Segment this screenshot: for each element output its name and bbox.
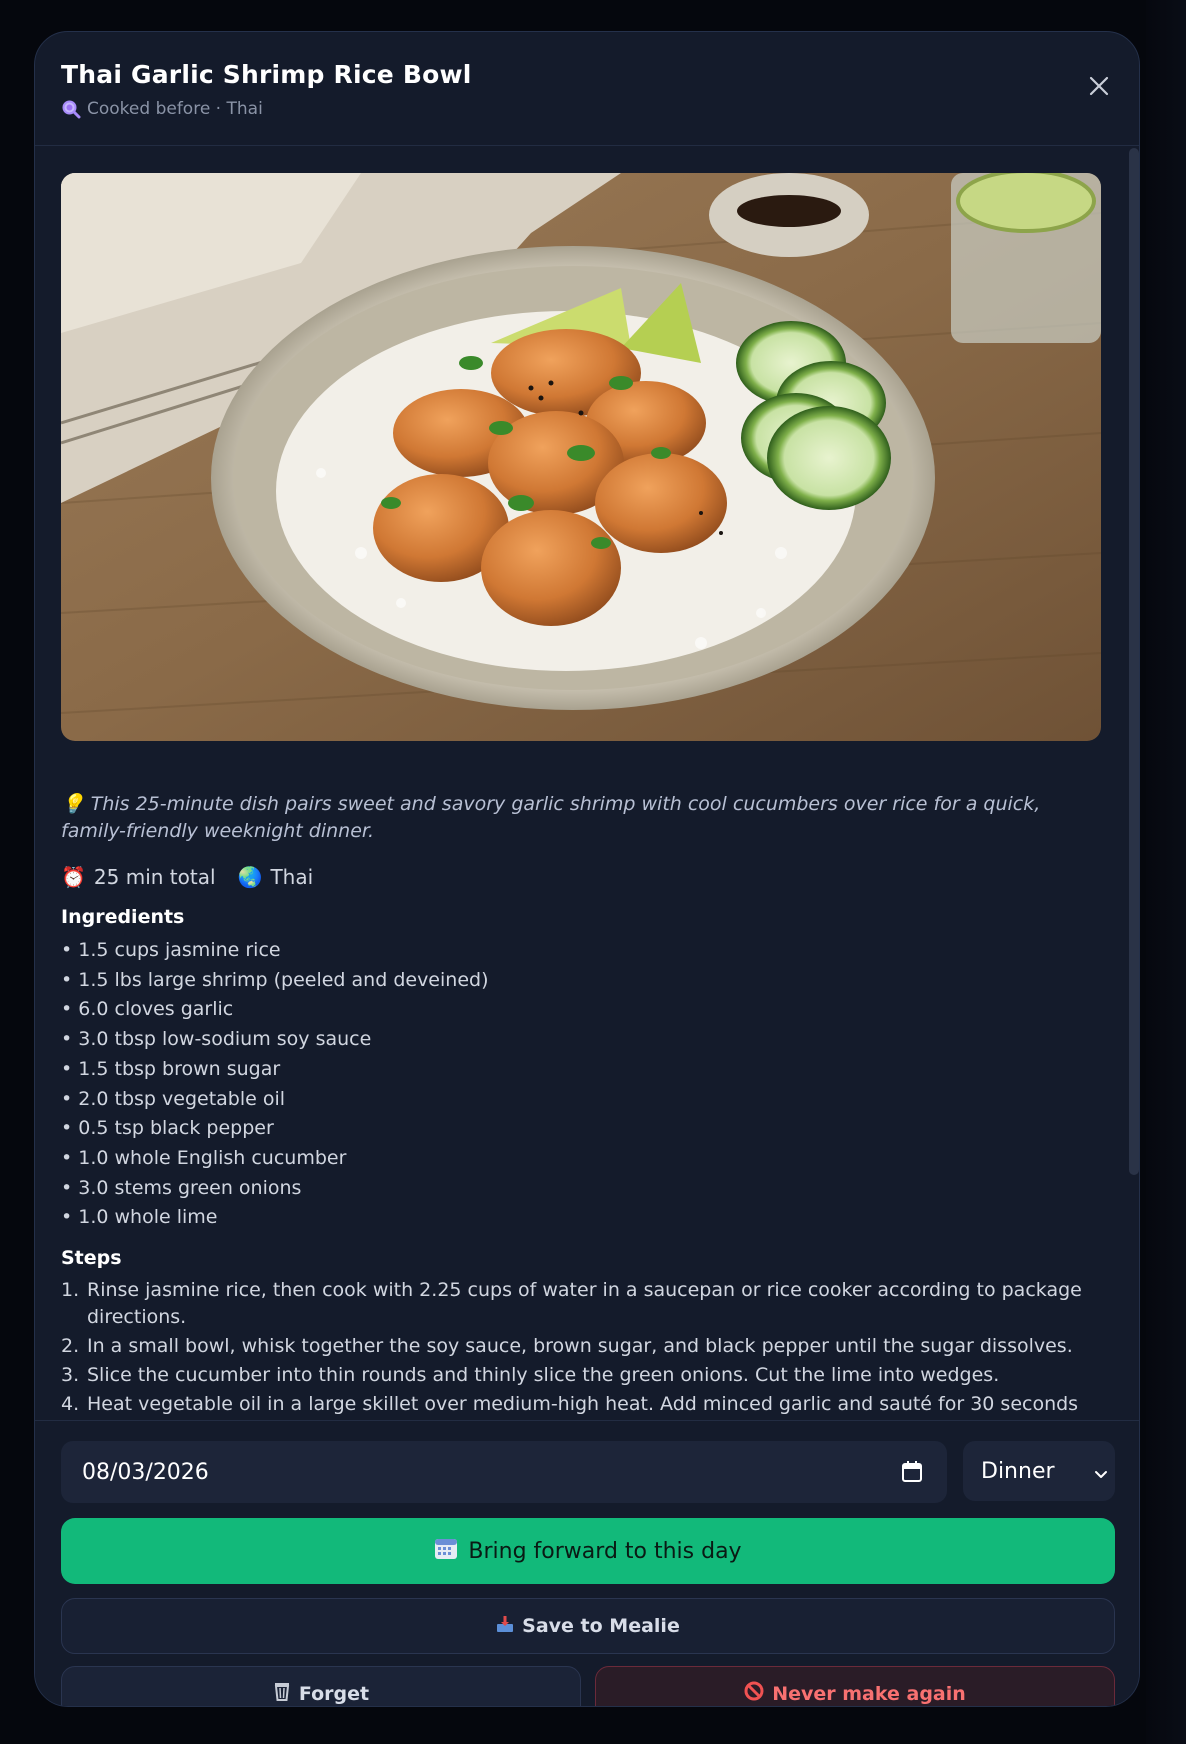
ingredient-item: • 2.0 tbsp vegetable oil: [61, 1087, 286, 1110]
ingredient-item: • 1.5 tbsp brown sugar: [61, 1057, 281, 1080]
lightbulb-icon: 💡: [61, 793, 85, 815]
ingredients-heading: Ingredients: [61, 906, 185, 928]
magnifier-icon: [61, 99, 81, 119]
ingredient-item: • 3.0 stems green onions: [61, 1176, 302, 1199]
step-item: 3. Slice the cucumber into thin rounds a…: [61, 1362, 1101, 1389]
date-value: 08/03/2026: [82, 1459, 209, 1485]
calendar-icon[interactable]: [901, 1460, 923, 1484]
recipe-meta: ⏰ 25 min total 🌏 Thai: [61, 865, 313, 889]
bring-forward-label: Bring forward to this day: [468, 1538, 742, 1564]
ingredient-item: • 0.5 tsp black pepper: [61, 1117, 274, 1140]
recipe-content: 💡 This 25-minute dish pairs sweet and sa…: [35, 147, 1139, 1420]
close-icon: [1089, 76, 1109, 96]
subtitle-text: Cooked before · Thai: [87, 99, 263, 119]
modal-title: Thai Garlic Shrimp Rice Bowl: [61, 60, 472, 89]
step-number: 2.: [61, 1335, 80, 1357]
step-text: In a small bowl, whisk together the soy …: [87, 1335, 1073, 1357]
time-text: 25 min total: [93, 865, 216, 889]
ingredients-list: • 1.5 cups jasmine rice • 1.5 lbs large …: [61, 936, 488, 1233]
step-item: 2. In a small bowl, whisk together the s…: [61, 1333, 1101, 1360]
step-number: 3.: [61, 1364, 80, 1386]
calendar-emoji-icon: [434, 1536, 458, 1566]
step-text: Slice the cucumber into thin rounds and …: [87, 1364, 1000, 1386]
cuisine-text: Thai: [270, 865, 314, 889]
ingredient-item: • 1.0 whole English cucumber: [61, 1146, 347, 1169]
inbox-tray-icon: [496, 1615, 514, 1638]
steps-heading: Steps: [61, 1247, 122, 1269]
modal-subtitle: Cooked before · Thai: [61, 99, 263, 119]
bring-forward-button[interactable]: Bring forward to this day: [61, 1518, 1115, 1584]
save-label: Save to Mealie: [522, 1615, 680, 1637]
chevron-down-icon: [1093, 1463, 1109, 1479]
meal-type-select[interactable]: Dinner: [963, 1441, 1115, 1501]
ingredient-item: • 1.0 whole lime: [61, 1206, 218, 1229]
forget-label: Forget: [298, 1682, 370, 1705]
tip-text: This 25-minute dish pairs sweet and savo…: [61, 793, 1041, 842]
prohibited-icon: [744, 1681, 764, 1706]
never-label: Never make again: [772, 1682, 966, 1705]
ingredient-item: • 1.5 cups jasmine rice: [61, 939, 281, 961]
cuisine-chip: 🌏 Thai: [238, 865, 314, 889]
step-item: 1. Rinse jasmine rice, then cook with 2.…: [61, 1277, 1101, 1331]
ingredient-item: • 3.0 tbsp low-sodium soy sauce: [61, 1028, 372, 1051]
ingredient-item: • 1.5 lbs large shrimp (peeled and devei…: [61, 968, 489, 991]
ingredient-item: • 6.0 cloves garlic: [61, 998, 234, 1021]
step-text: Heat vegetable oil in a large skillet ov…: [87, 1393, 1079, 1415]
step-number: 4.: [61, 1393, 80, 1415]
backdrop: [1146, 0, 1186, 1744]
close-button[interactable]: [1085, 72, 1113, 100]
wastebasket-icon: [273, 1681, 291, 1706]
recipe-modal: Thai Garlic Shrimp Rice Bowl Cooked befo…: [34, 31, 1140, 1707]
modal-footer: 08/03/2026 Dinner Bring forward to this …: [35, 1420, 1139, 1706]
step-item: 4. Heat vegetable oil in a large skillet…: [61, 1391, 1101, 1420]
recipe-tip: 💡 This 25-minute dish pairs sweet and sa…: [61, 791, 1101, 845]
forget-button[interactable]: Forget: [61, 1666, 581, 1706]
save-to-mealie-button[interactable]: Save to Mealie: [61, 1598, 1115, 1654]
meal-value: Dinner: [981, 1458, 1055, 1484]
steps-list: 1. Rinse jasmine rice, then cook with 2.…: [61, 1277, 1101, 1420]
date-field[interactable]: 08/03/2026: [61, 1441, 947, 1503]
time-chip: ⏰ 25 min total: [61, 865, 216, 889]
never-make-again-button[interactable]: Never make again: [595, 1666, 1115, 1706]
step-text: Rinse jasmine rice, then cook with 2.25 …: [87, 1279, 1082, 1328]
globe-icon: 🌏: [237, 865, 263, 889]
modal-header: Thai Garlic Shrimp Rice Bowl Cooked befo…: [35, 32, 1139, 146]
recipe-photo: [61, 173, 1101, 741]
alarm-clock-icon: ⏰: [61, 865, 86, 889]
step-number: 1.: [61, 1279, 80, 1301]
